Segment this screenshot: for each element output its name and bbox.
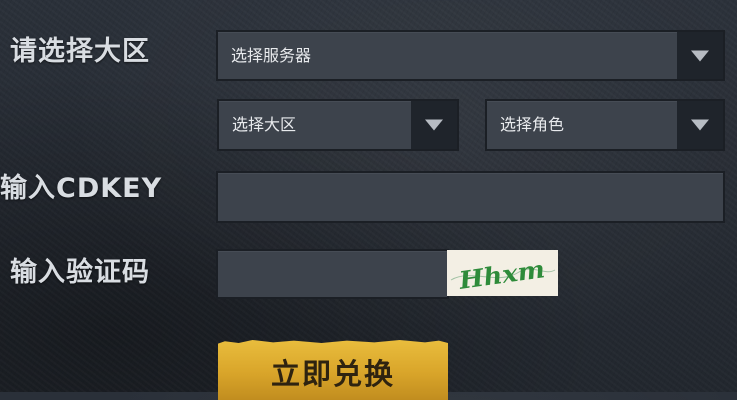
cdkey-input[interactable] (216, 171, 725, 223)
chevron-down-icon (425, 119, 443, 131)
chevron-down-icon (691, 119, 709, 131)
server-select-toggle[interactable] (677, 32, 723, 79)
redeem-button[interactable]: 立即兑换 (218, 340, 448, 400)
region-label: 请选择大区 (10, 36, 150, 67)
region-select-value: 选择大区 (232, 115, 297, 134)
region-select-toggle[interactable] (411, 101, 457, 149)
role-select-toggle[interactable] (677, 101, 723, 149)
role-select-value: 选择角色 (500, 115, 565, 134)
captcha-label: 输入验证码 (10, 257, 150, 288)
region-select[interactable]: 选择大区 (217, 99, 459, 151)
captcha-text: Hhxm (456, 254, 546, 295)
role-select[interactable]: 选择角色 (485, 99, 725, 151)
captcha-graphic: Hhxm (450, 254, 556, 295)
captcha-input[interactable] (216, 249, 449, 299)
chevron-down-icon (691, 50, 709, 61)
cdkey-label: 输入CDKEY (0, 173, 163, 204)
server-select[interactable]: 选择服务器 (216, 30, 725, 81)
captcha-image[interactable]: Hhxm (447, 250, 558, 296)
server-select-value: 选择服务器 (231, 45, 312, 65)
redeem-button-label: 立即兑换 (270, 357, 395, 391)
